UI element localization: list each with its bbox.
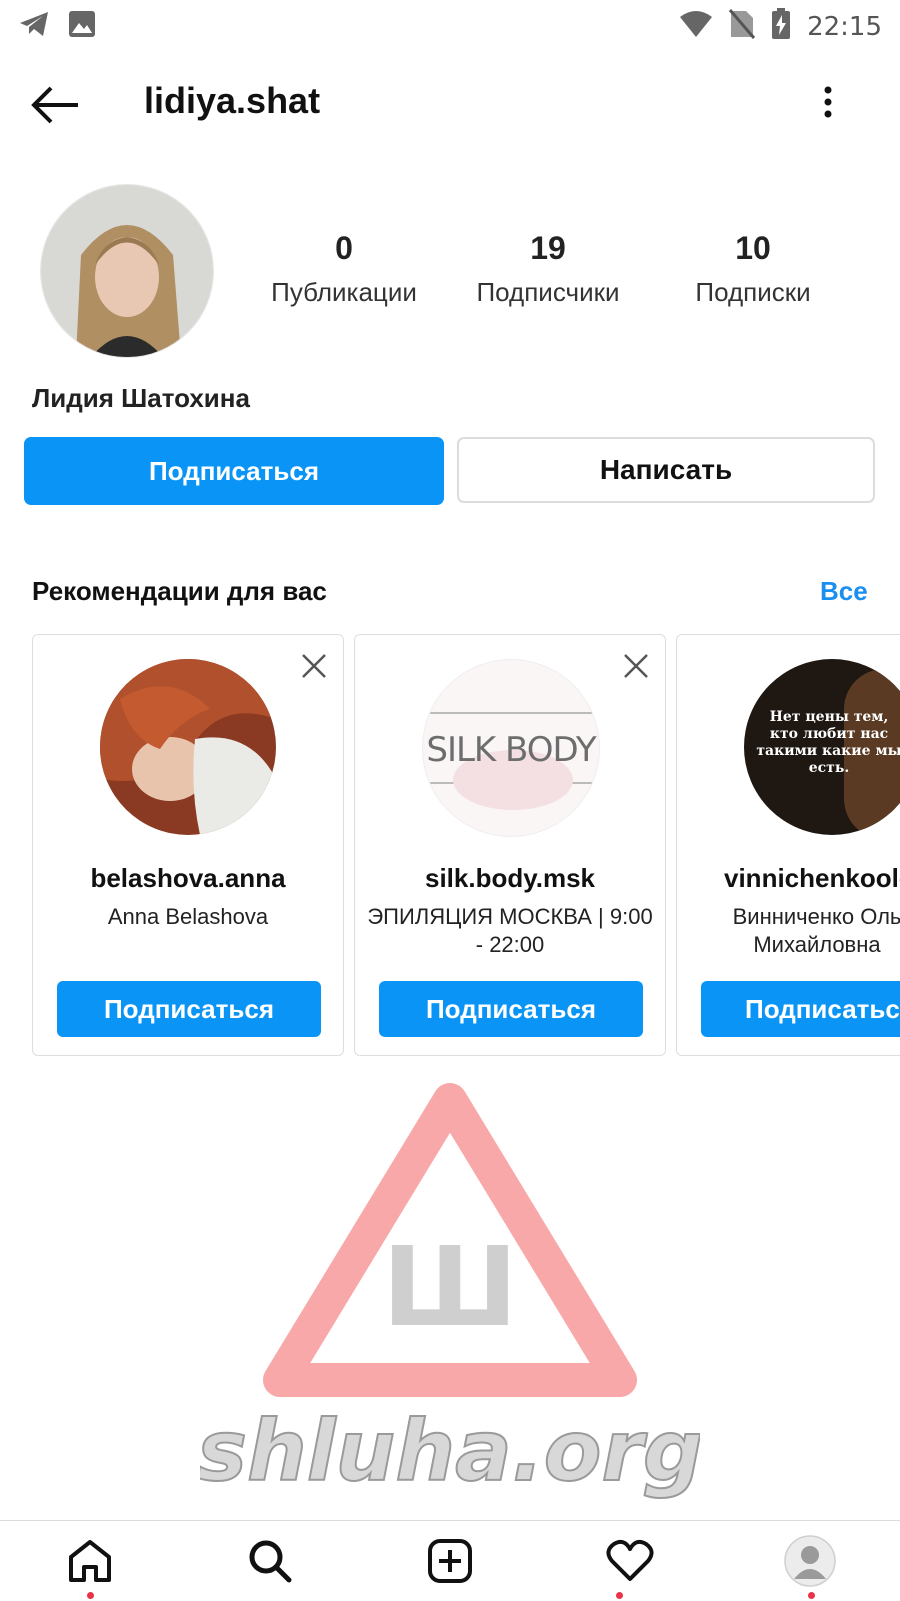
more-options-icon: [820, 86, 836, 128]
profile-avatar[interactable]: [40, 184, 214, 358]
nav-search[interactable]: [240, 1533, 300, 1593]
suggestion-full-name: ЭПИЛЯЦИЯ МОСКВА | 9:00 - 22:00: [367, 904, 653, 957]
suggestion-username[interactable]: belashova.anna: [33, 863, 343, 894]
gallery-icon: [68, 10, 96, 43]
status-bar: 22:15: [0, 0, 900, 52]
suggestion-username[interactable]: vinnichenkoolg: [724, 863, 900, 894]
suggestion-follow-button[interactable]: Подписатьс: [701, 981, 900, 1037]
suggestion-follow-button[interactable]: Подписаться: [379, 981, 643, 1037]
activity-heart-icon: [606, 1539, 654, 1588]
back-button[interactable]: [30, 84, 82, 126]
message-button[interactable]: Написать: [457, 437, 875, 503]
suggestion-card[interactable]: belashova.anna Anna Belashova Подписатьс…: [32, 634, 344, 1056]
watermark-letter: Ш: [382, 1223, 518, 1351]
stat-posts-label: Публикации: [271, 277, 417, 307]
telegram-icon: [18, 10, 50, 43]
profile-username: lidiya.shat: [144, 80, 321, 121]
more-options-button[interactable]: [820, 84, 836, 124]
bottom-navigation: [0, 1520, 900, 1601]
stat-followers-value: 19: [530, 230, 566, 266]
nav-new-post[interactable]: [420, 1533, 480, 1593]
nav-profile[interactable]: [780, 1533, 840, 1593]
add-post-icon: [427, 1538, 473, 1589]
suggestion-full-name: Anna Belashova: [107, 904, 269, 929]
suggestion-card[interactable]: Нет цены тем, кто любит нас такими какие…: [676, 634, 900, 1056]
nav-activity[interactable]: [600, 1533, 660, 1593]
close-icon[interactable]: [301, 653, 327, 679]
stat-followers-label: Подписчики: [476, 277, 620, 307]
home-icon: [67, 1539, 113, 1588]
stat-posts[interactable]: 0 Публикации: [254, 230, 434, 308]
suggestion-avatar[interactable]: SILK BODY: [422, 659, 600, 837]
stat-following-label: Подписки: [695, 277, 811, 307]
stat-following-value: 10: [735, 230, 771, 266]
wifi-icon: [679, 9, 713, 44]
recommendations-title: Рекомендации для вас: [32, 576, 327, 606]
notification-dot: [808, 1592, 815, 1599]
suggestion-card[interactable]: SILK BODY silk.body.msk ЭПИЛЯЦИЯ МОСКВА …: [354, 634, 666, 1056]
back-arrow-icon: [30, 86, 82, 130]
suggestion-avatar-text: SILK BODY: [426, 730, 596, 770]
suggestion-avatar[interactable]: [100, 659, 276, 835]
search-icon: [247, 1538, 293, 1589]
follow-button[interactable]: Подписаться: [24, 437, 444, 505]
stat-following[interactable]: 10 Подписки: [663, 230, 843, 308]
no-sim-icon: [728, 9, 756, 44]
battery-charging-icon: [771, 8, 791, 45]
suggestion-avatar-text: Нет цены тем, кто любит нас такими какие…: [756, 709, 900, 776]
notification-dot: [616, 1592, 623, 1599]
suggestion-follow-button[interactable]: Подписаться: [57, 981, 321, 1037]
suggestion-username[interactable]: silk.body.msk: [355, 863, 665, 894]
stat-posts-value: 0: [335, 230, 353, 266]
close-icon[interactable]: [623, 653, 649, 679]
watermark-text: shluha.org: [200, 1402, 700, 1500]
profile-full-name: Лидия Шатохина: [32, 383, 250, 413]
stat-followers[interactable]: 19 Подписчики: [458, 230, 638, 308]
status-left-icons: [18, 10, 96, 43]
watermark: Ш shluha.org: [196, 1080, 704, 1520]
suggestion-full-name: Винниченко Оль Михайловна: [732, 904, 900, 957]
status-right-icons: 22:15: [679, 8, 882, 45]
profile-avatar-icon: [784, 1534, 836, 1592]
see-all-link[interactable]: Все: [820, 576, 868, 607]
suggestion-avatar[interactable]: Нет цены тем, кто любит нас такими какие…: [744, 659, 900, 835]
nav-home[interactable]: [60, 1533, 120, 1593]
status-time: 22:15: [807, 11, 882, 42]
notification-dot: [87, 1592, 94, 1599]
